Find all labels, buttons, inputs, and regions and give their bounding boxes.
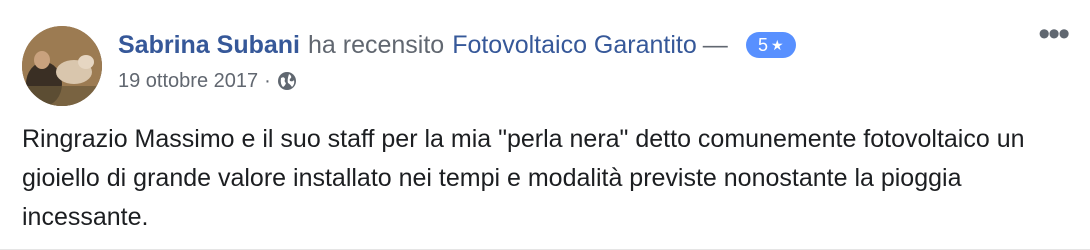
review-headline: Sabrina Subani ha recensito Fotovoltaico… (118, 30, 796, 60)
separator: — (702, 31, 728, 59)
rating-badge[interactable]: 5 ★ (745, 32, 796, 58)
review-header: Sabrina Subani ha recensito Fotovoltaico… (118, 30, 796, 94)
avatar[interactable] (22, 26, 102, 106)
review-action: ha recensito (307, 31, 445, 59)
review-post: Sabrina Subani ha recensito Fotovoltaico… (0, 0, 1090, 250)
author-name[interactable]: Sabrina Subani (118, 30, 300, 60)
review-text: Ringrazio Massimo e il suo staff per la … (22, 125, 1025, 231)
review-meta: 19 ottobre 2017 · (118, 68, 796, 94)
more-options-icon[interactable]: ••• (1038, 17, 1070, 51)
star-icon: ★ (770, 37, 784, 53)
rating-value: 5 (757, 35, 768, 55)
globe-icon[interactable] (277, 71, 297, 91)
review-date[interactable]: 19 ottobre 2017 (118, 68, 258, 94)
meta-dot: · (264, 70, 271, 92)
page-link[interactable]: Fotovoltaico Garantito (452, 30, 697, 60)
